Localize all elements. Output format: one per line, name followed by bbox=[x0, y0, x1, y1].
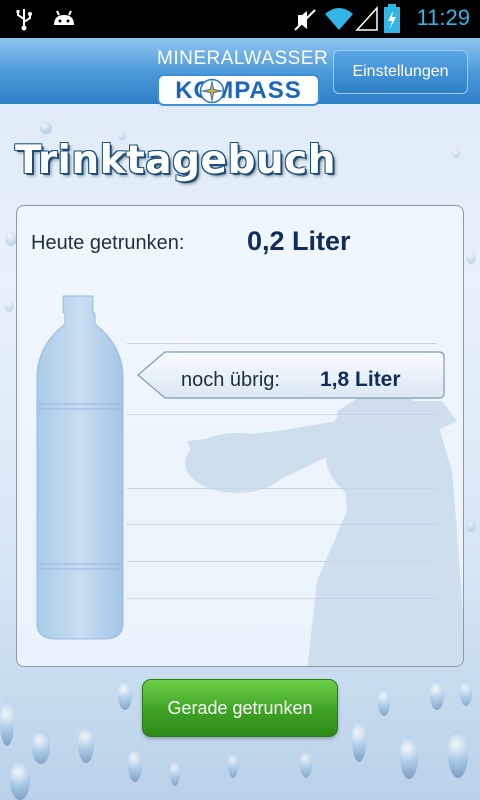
logo-wordmark: KOMPASS bbox=[175, 77, 302, 104]
diary-panel: Heute getrunken: 0,2 Liter noch übrig: 1… bbox=[16, 205, 464, 667]
compass-icon bbox=[199, 78, 225, 104]
level-line bbox=[127, 598, 437, 599]
status-time: 11:29 bbox=[416, 5, 470, 30]
wifi-icon bbox=[325, 8, 353, 30]
status-bar: 11:29 bbox=[0, 0, 480, 38]
level-line bbox=[127, 561, 437, 562]
mute-icon bbox=[294, 9, 316, 31]
just-drank-button[interactable]: Gerade getrunken bbox=[142, 679, 338, 737]
today-label: Heute getrunken: bbox=[31, 232, 185, 254]
level-line bbox=[127, 524, 437, 525]
android-icon bbox=[54, 10, 74, 25]
level-line bbox=[127, 488, 437, 489]
signal-icon bbox=[355, 6, 378, 31]
remaining-label: noch übrig: bbox=[181, 369, 280, 391]
water-bottle-gauge bbox=[36, 295, 124, 640]
settings-button[interactable]: Einstellungen bbox=[333, 50, 468, 94]
usb-icon bbox=[16, 9, 32, 31]
remaining-value: 1,8 Liter bbox=[320, 368, 401, 391]
today-value: 0,2 Liter bbox=[247, 226, 351, 256]
logo: KOMPASS bbox=[157, 74, 320, 106]
level-line bbox=[127, 343, 437, 344]
battery-charging-icon bbox=[384, 4, 400, 33]
level-line bbox=[127, 414, 437, 415]
page-title: Trinktagebuch bbox=[15, 138, 337, 183]
logo-title-line: MINERALWASSER bbox=[157, 48, 329, 69]
